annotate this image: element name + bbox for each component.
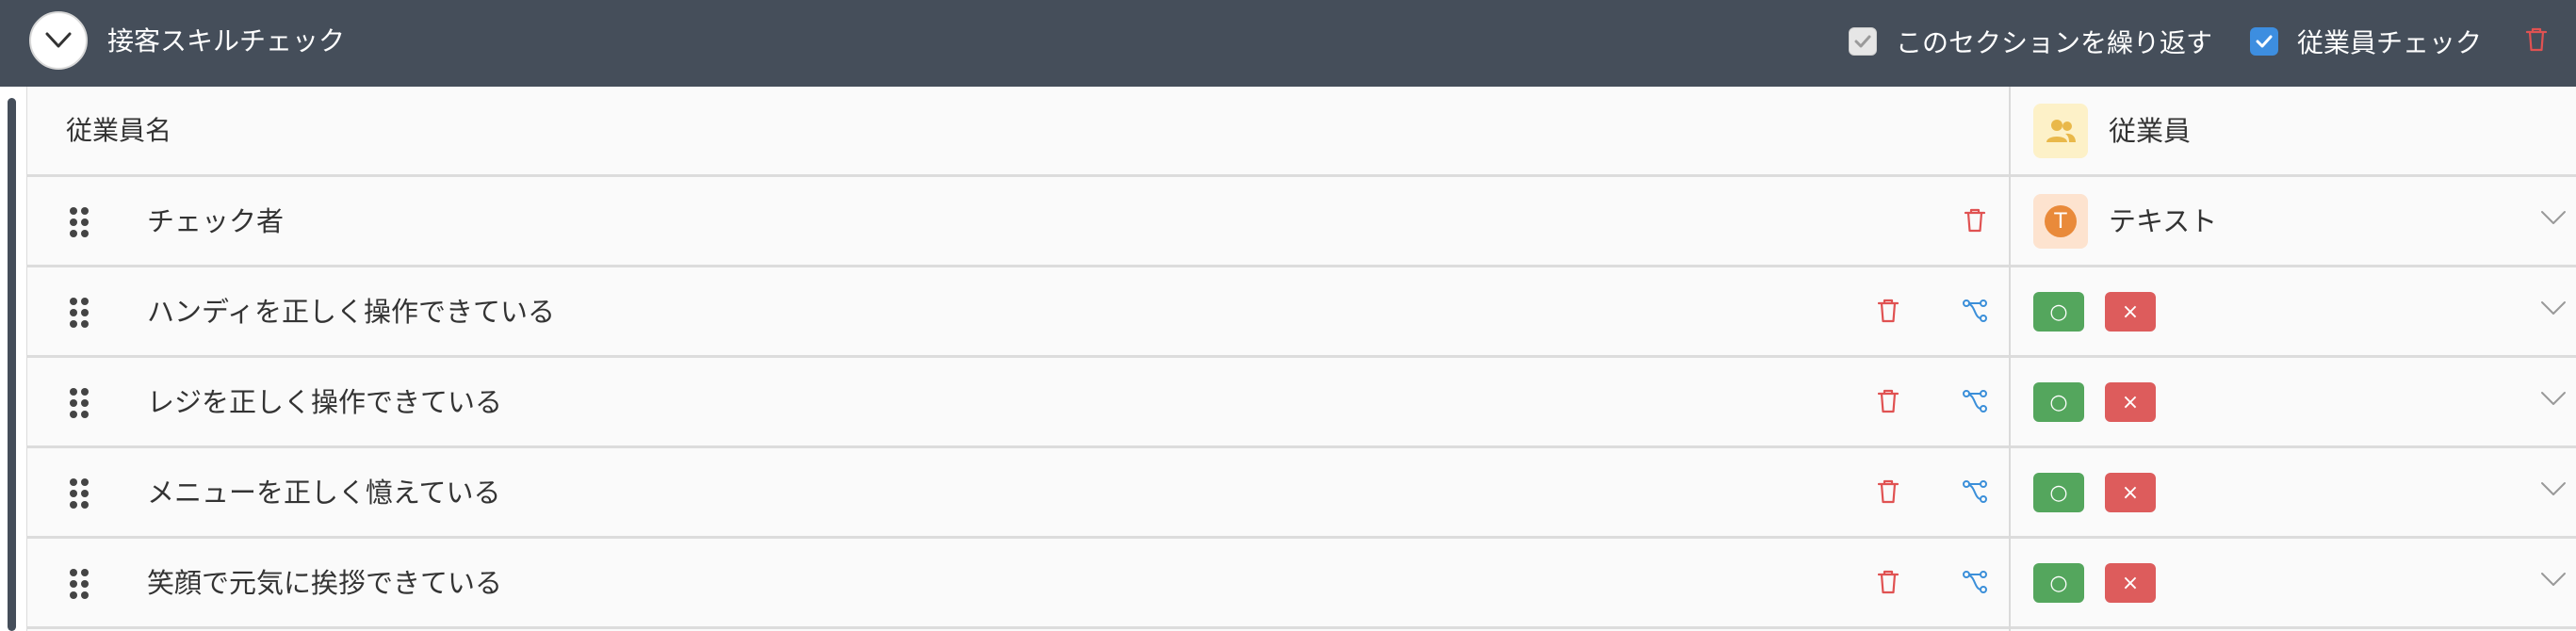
drag-handle-icon[interactable] [68, 567, 90, 601]
trash-icon [1877, 389, 1899, 413]
ng-choice-button[interactable]: × [2105, 382, 2156, 422]
chevron-down-icon[interactable] [2540, 299, 2567, 316]
trash-icon [1964, 208, 1986, 233]
ok-choice-button[interactable]: ○ [2033, 563, 2084, 603]
ok-choice-button[interactable]: ○ [2033, 382, 2084, 422]
list-item: 笑顔で元気に挨拶できている ○ × [26, 539, 2576, 629]
ng-choice-button[interactable]: × [2105, 473, 2156, 512]
list-item: チェック者 T テキスト [26, 177, 2576, 267]
branch-icon [1963, 299, 1987, 322]
chevron-down-icon[interactable] [2540, 390, 2567, 407]
delete-item-button[interactable] [1877, 388, 1899, 418]
repeat-section-checkbox[interactable] [1848, 27, 1877, 56]
collapse-button[interactable] [29, 11, 88, 70]
list-item: メニューを正しく憶えている ○ × [26, 448, 2576, 539]
branch-logic-button[interactable] [1962, 570, 1988, 598]
drag-handle-icon[interactable] [68, 296, 90, 330]
drag-handle-icon[interactable] [68, 477, 90, 510]
section-title: 接客スキルチェック [107, 25, 346, 57]
branch-icon [1963, 390, 1987, 413]
answer-type-label: テキスト [2109, 205, 2218, 237]
repeat-section-toggle[interactable]: このセクションを繰り返す [1848, 23, 2212, 60]
employee-check-checkbox[interactable] [2249, 27, 2278, 56]
item-label: レジを正しく操作できている [147, 386, 503, 418]
column-header-row: 従業員名 従業員 [26, 87, 2576, 177]
check-icon [1854, 35, 1871, 48]
column-divider [2009, 87, 2011, 631]
employee-check-label: 従業員チェック [2296, 27, 2482, 58]
delete-item-button[interactable] [1877, 298, 1899, 328]
ok-choice-button[interactable]: ○ [2033, 292, 2084, 332]
drag-handle-icon[interactable] [68, 205, 90, 239]
drag-handle-icon[interactable] [68, 386, 90, 420]
people-icon-tile [2033, 104, 2088, 158]
repeat-section-label: このセクションを繰り返す [1895, 27, 2212, 58]
item-label: 笑顔で元気に挨拶できている [147, 567, 503, 599]
branch-icon [1963, 571, 1987, 593]
trash-icon [1877, 299, 1899, 323]
delete-section-button[interactable] [2525, 26, 2548, 57]
delete-item-button[interactable] [1877, 478, 1899, 509]
check-icon [2256, 35, 2273, 48]
employee-header-label: 従業員 [2109, 115, 2192, 147]
people-icon [2046, 120, 2076, 142]
text-type-tile: T [2033, 194, 2088, 249]
trash-icon [2525, 27, 2548, 52]
chevron-down-icon [45, 32, 72, 48]
list-item: レジを正しく操作できている ○ × [26, 358, 2576, 448]
section-header-bar: 接客スキルチェック このセクションを繰り返す 従業員チェック [0, 0, 2576, 87]
delete-item-button[interactable] [1964, 207, 1986, 237]
ok-choice-button[interactable]: ○ [2033, 473, 2084, 512]
trash-icon [1877, 479, 1899, 504]
branch-logic-button[interactable] [1962, 389, 1988, 417]
employee-name-header: 従業員名 [66, 115, 172, 146]
ng-choice-button[interactable]: × [2105, 292, 2156, 332]
delete-item-button[interactable] [1877, 569, 1899, 599]
branch-logic-button[interactable] [1962, 479, 1988, 508]
branch-logic-button[interactable] [1962, 299, 1988, 327]
chevron-down-icon[interactable] [2540, 480, 2567, 497]
section-accent-bar [8, 98, 16, 631]
chevron-down-icon[interactable] [2540, 209, 2567, 226]
item-label: チェック者 [147, 205, 285, 237]
text-type-icon: T [2045, 205, 2077, 237]
ng-choice-button[interactable]: × [2105, 563, 2156, 603]
employee-check-toggle[interactable]: 従業員チェック [2249, 23, 2482, 60]
item-label: ハンディを正しく操作できている [147, 296, 555, 328]
branch-icon [1963, 480, 1987, 503]
trash-icon [1877, 570, 1899, 594]
list-item: ハンディを正しく操作できている ○ × [26, 267, 2576, 358]
chevron-down-icon[interactable] [2540, 571, 2567, 588]
item-label: メニューを正しく憶えている [147, 477, 501, 509]
